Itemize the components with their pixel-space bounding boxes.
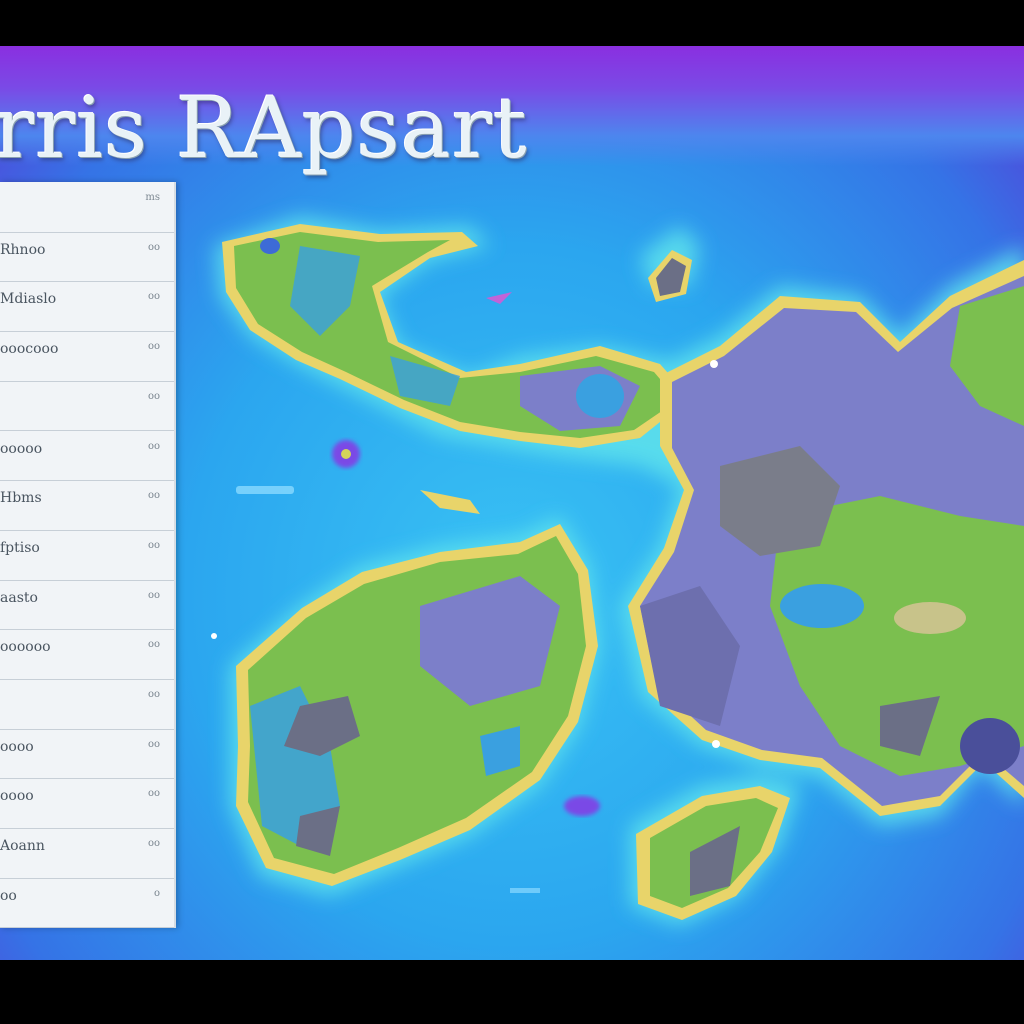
legend-row-value: oo [147, 738, 160, 750]
legend-panel: ms Rhnoo oo Mdiaslo oo ooocooo oo oo ooooo oo Hbms… [0, 182, 176, 929]
legend-row[interactable]: ooocooo oo [0, 331, 174, 382]
legend-row-label: ooooo [0, 440, 43, 457]
legend-row-label: fptiso [0, 539, 40, 556]
legend-row-value: oo [147, 589, 160, 601]
legend-row-label: Hbms [0, 490, 42, 507]
legend-row-label: oooo [0, 738, 34, 755]
legend-row-value: oo [147, 539, 160, 551]
legend-row-label: oooo [0, 788, 34, 805]
map-frame: rris RApsart ms Rhnoo oo Mdiaslo oo ooocooo oo… [0, 46, 1024, 960]
legend-row-value: oo [147, 639, 160, 651]
legend-row-value: oo [147, 788, 160, 800]
legend-row-value: oo [147, 241, 160, 253]
legend-row-value: oo [147, 689, 160, 700]
legend-row[interactable]: fptiso oo [0, 530, 174, 581]
legend-row[interactable]: oooo oo [0, 729, 174, 780]
legend-row-label: Aoann [0, 838, 45, 855]
legend-row-value: o [153, 887, 160, 899]
legend-row-label: ooocooo [0, 341, 59, 358]
legend-row-label: oooooo [0, 639, 51, 656]
legend-row-label: Mdiaslo [0, 291, 57, 308]
legend-row[interactable]: Mdiaslo oo [0, 281, 174, 333]
legend-row[interactable]: Rhnoo oo [0, 232, 174, 283]
islet-southeast[interactable] [636, 786, 790, 920]
legend-row[interactable]: oo [0, 679, 174, 730]
legend-row[interactable]: oooooo oo [0, 629, 174, 680]
legend-row-label: aasto [0, 589, 38, 606]
legend-row[interactable]: ms [0, 182, 174, 233]
legend-row-value: oo [147, 440, 160, 452]
legend-row-value: oo [147, 838, 160, 850]
legend-row[interactable]: aasto oo [0, 580, 174, 631]
legend-row-value: oo [147, 490, 160, 502]
legend-row-value: oo [147, 341, 160, 353]
legend-row-value: oo [147, 291, 160, 303]
legend-row[interactable]: Aoann oo [0, 828, 174, 879]
legend-row-value: ms [145, 192, 160, 203]
legend-row-label: Rhnoo [0, 241, 46, 258]
island-southwest[interactable] [236, 524, 598, 886]
legend-row-label: oo [0, 887, 17, 904]
legend-row[interactable]: oo o [0, 878, 174, 929]
legend-row-value: oo [147, 390, 160, 402]
island-northwest[interactable] [222, 224, 690, 448]
legend-row[interactable]: oo [0, 381, 174, 432]
map-title: rris RApsart [0, 79, 528, 177]
legend-row[interactable]: ooooo oo [0, 431, 174, 482]
legend-row[interactable]: Hbms oo [0, 480, 174, 531]
legend-row[interactable]: oooo oo [0, 778, 174, 830]
